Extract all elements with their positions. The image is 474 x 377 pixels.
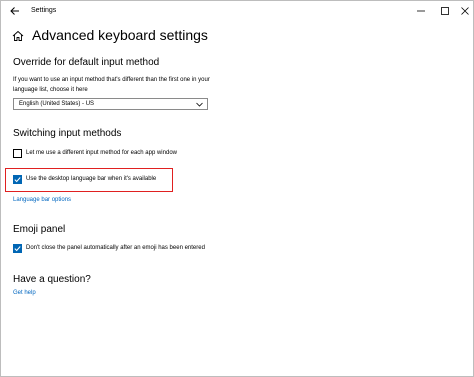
close-button[interactable] [453,1,474,21]
maximize-icon [441,7,449,15]
switching-heading: Switching input methods [13,128,122,139]
emoji-panel-checkbox[interactable] [13,244,22,253]
get-help-link[interactable]: Get help [13,289,36,298]
per-app-input-method-checkbox[interactable] [13,149,22,158]
checkmark-icon [14,246,21,252]
close-icon [461,7,469,15]
desktop-language-bar-checkbox[interactable] [13,175,22,184]
emoji-heading: Emoji panel [13,224,66,235]
app-title: Settings [31,7,57,14]
help-heading: Have a question? [13,274,91,285]
minimize-button[interactable] [409,1,433,21]
checkmark-icon [14,177,21,183]
dropdown-selected-value: English (United States) - US [19,101,95,107]
input-method-dropdown[interactable]: English (United States) - US [13,98,208,110]
home-icon [12,29,24,41]
override-heading: Override for default input method [13,57,160,68]
minimize-icon [417,10,425,12]
desktop-language-bar-label: Use the desktop language bar when it's a… [26,176,157,182]
title-bar: Settings [1,1,473,21]
emoji-panel-label: Don't close the panel automatically afte… [26,245,205,251]
chevron-down-icon [196,102,203,107]
override-description: If you want to use an input method that'… [13,77,210,93]
per-app-input-method-label: Let me use a different input method for … [26,150,177,156]
back-arrow-icon[interactable] [8,4,22,18]
settings-window: Settings Advanced keyboard settings Over… [0,0,474,377]
page-title: Advanced keyboard settings [32,27,208,43]
language-bar-options-link[interactable]: Language bar options [13,196,71,205]
